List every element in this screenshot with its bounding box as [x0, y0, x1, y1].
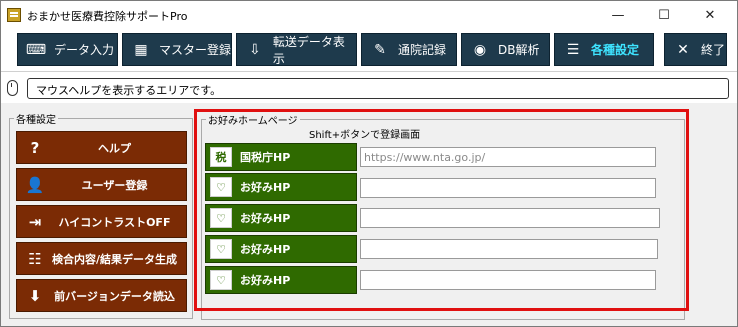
transfer-data-button[interactable]: ⇩ 転送データ表示 [236, 33, 357, 66]
settings-group-legend: 各種設定 [16, 115, 56, 126]
keyboard-icon: ⌨ [25, 41, 47, 58]
maximize-button[interactable]: ☐ [641, 1, 687, 29]
toolbar-label: 各種設定 [591, 43, 640, 57]
button-label: ハイコントラストOFF [58, 215, 171, 229]
clipboard-icon: ✎ [374, 41, 386, 58]
button-label: ユーザー登録 [81, 178, 148, 192]
settings-button[interactable]: ☰ 各種設定 [554, 33, 654, 66]
app-icon [7, 8, 21, 22]
generate-data-button[interactable]: ☷ 検合内容/結果データ生成 [16, 242, 187, 275]
help-button[interactable]: ? ヘルプ [16, 131, 187, 164]
toolbar-label: 終了 [701, 43, 726, 57]
highlight-box [194, 109, 689, 311]
button-label: ヘルプ [98, 141, 131, 155]
menu-icon: ☰ [566, 41, 580, 58]
toolbar-label: 通院記録 [398, 43, 447, 57]
toolbar-label: データ入力 [54, 43, 115, 57]
document-icon: ☷ [28, 250, 42, 268]
help-bar: マウスヘルプを表示するエリアです。 [1, 71, 737, 103]
database-icon: ▦ [134, 41, 148, 58]
title-bar: おまかせ医療費控除サポートPro — ☐ ✕ [1, 1, 737, 29]
toolbar-label: マスター登録 [159, 43, 232, 57]
mouse-help-area: マウスヘルプを表示するエリアです。 [27, 78, 729, 99]
question-icon: ? [30, 139, 40, 157]
user-register-button[interactable]: 👤 ユーザー登録 [16, 168, 187, 201]
import-previous-version-button[interactable]: ⬇ 前バージョンデータ読込 [16, 279, 187, 312]
db-icon: ◉ [473, 41, 487, 58]
toolbar-label: DB解析 [498, 43, 540, 57]
exit-button[interactable]: ✕ 終了 [664, 33, 727, 66]
close-icon: ✕ [677, 41, 689, 58]
db-analysis-button[interactable]: ◉ DB解析 [461, 33, 550, 66]
main-toolbar: ⌨ データ入力 ▦ マスター登録 ⇩ 転送データ表示 ✎ 通院記録 ◉ DB解析… [1, 29, 737, 71]
button-label: 前バージョンデータ読込 [54, 289, 175, 303]
mouse-icon [7, 80, 18, 96]
user-icon: 👤 [25, 176, 45, 194]
button-label: 検合内容/結果データ生成 [51, 252, 178, 266]
toolbar-label: 転送データ表示 [272, 34, 345, 66]
app-window: おまかせ医療費控除サポートPro — ☐ ✕ ⌨ データ入力 ▦ マスター登録 … [0, 0, 738, 327]
window-title: おまかせ医療費控除サポートPro [27, 10, 188, 23]
usb-icon: ⇩ [249, 41, 261, 58]
minimize-button[interactable]: — [595, 1, 641, 29]
import-icon: ⬇ [28, 287, 42, 305]
visit-record-button[interactable]: ✎ 通院記録 [361, 33, 457, 66]
logout-icon: ⇥ [28, 213, 42, 231]
close-window-button[interactable]: ✕ [687, 1, 733, 29]
high-contrast-button[interactable]: ⇥ ハイコントラストOFF [16, 205, 187, 238]
data-entry-button[interactable]: ⌨ データ入力 [17, 33, 118, 66]
master-register-button[interactable]: ▦ マスター登録 [122, 33, 232, 66]
